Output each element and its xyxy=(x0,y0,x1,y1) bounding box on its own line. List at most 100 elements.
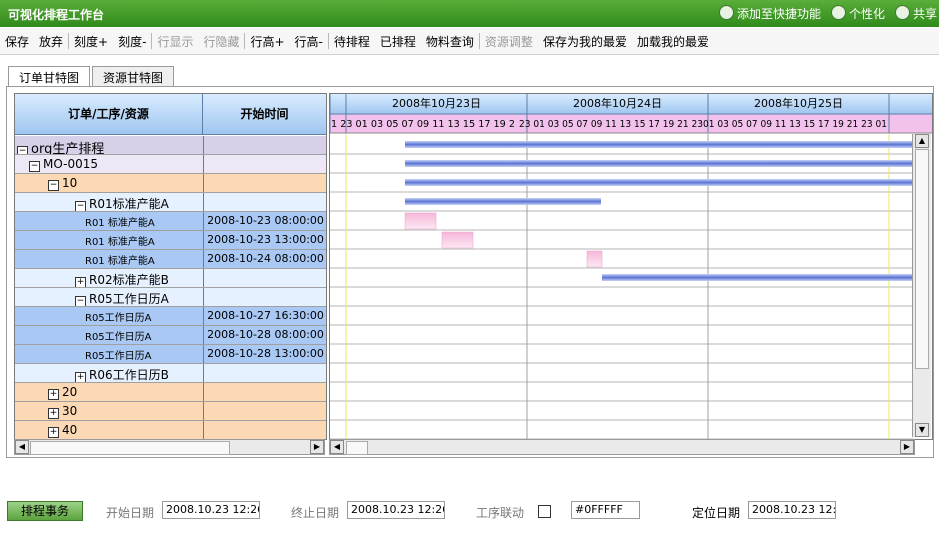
row-label: +40 xyxy=(48,423,77,438)
header-actions: 添加至快捷功能 个性化 共享 xyxy=(718,5,937,22)
row-start-time: 2008-10-28 08:00:00 xyxy=(203,326,326,344)
tab-resource-gantt[interactable]: 资源甘特图 xyxy=(92,66,175,86)
toolbar-button[interactable]: 保存为我的最爱 xyxy=(538,33,632,50)
table-row[interactable]: R01 标准产能A 2008-10-23 13:00:00 xyxy=(15,231,326,250)
expand-icon[interactable]: + xyxy=(48,389,59,400)
collapse-icon[interactable]: − xyxy=(75,296,86,306)
table-row[interactable]: − MO-0015 xyxy=(15,155,326,174)
gantt-vertical-scrollbar[interactable]: ▲ ▼ xyxy=(912,134,931,437)
expand-icon[interactable]: + xyxy=(48,408,59,419)
expand-icon[interactable]: + xyxy=(75,277,86,287)
scroll-thumb[interactable] xyxy=(30,441,230,455)
collapse-icon[interactable]: − xyxy=(29,161,40,172)
schedule-transaction-button[interactable]: 排程事务 xyxy=(7,501,83,521)
gantt-horizontal-scrollbar[interactable]: ◀ ▶ xyxy=(329,439,915,455)
add-shortcut-link[interactable]: 添加至快捷功能 xyxy=(718,5,821,22)
gantt-scroll-right-icon[interactable]: ▶ xyxy=(900,440,914,454)
row-start-time xyxy=(203,364,326,382)
toolbar-button[interactable]: 刻度+ xyxy=(69,33,113,50)
row-label-text: R05工作日历A xyxy=(85,313,152,324)
scroll-down-icon[interactable]: ▼ xyxy=(915,423,929,437)
table-row[interactable]: − org生产排程 xyxy=(15,136,326,155)
vscroll-thumb[interactable] xyxy=(915,149,929,369)
row-label-text: R06工作日历B xyxy=(89,368,169,382)
table-row[interactable]: + R02标准产能B xyxy=(15,269,326,288)
col-header-start[interactable]: 开始时间 xyxy=(203,94,326,134)
row-label-text: R05工作日历A xyxy=(89,292,169,306)
gantt-bar xyxy=(602,274,914,281)
table-row[interactable]: R05工作日历A 2008-10-28 13:00:00 xyxy=(15,345,326,364)
row-label: R01 标准产能A xyxy=(85,252,155,267)
row-label: R05工作日历A xyxy=(85,347,152,362)
toolbar-button[interactable]: 保存 xyxy=(0,33,34,50)
row-label-text: 20 xyxy=(62,385,78,399)
row-label: + R06工作日历B xyxy=(75,366,169,382)
gantt-scroll-left-icon[interactable]: ◀ xyxy=(330,440,344,454)
date-label: 2008年10月24日 xyxy=(573,96,662,110)
row-label: − R05工作日历A xyxy=(75,290,169,306)
tab-order-gantt[interactable]: 订单甘特图 xyxy=(8,66,91,88)
gantt-scroll-thumb[interactable] xyxy=(346,441,368,455)
add-shortcut-icon xyxy=(718,5,734,20)
row-label-text: 30 xyxy=(62,404,78,418)
link-checkbox[interactable] xyxy=(538,505,551,518)
row-label-text: R02标准产能B xyxy=(89,273,169,287)
gantt-bar xyxy=(405,198,601,205)
hour-labels: 23 01 03 05 07 09 11 13 15 17 19 21 23 xyxy=(519,119,703,130)
row-label-text: R01 标准产能A xyxy=(85,218,155,229)
table-row[interactable]: −10 xyxy=(15,174,326,193)
row-start-time xyxy=(203,402,326,420)
table-row[interactable]: R01 标准产能A 2008-10-24 08:00:00 xyxy=(15,250,326,269)
toolbar-button[interactable]: 加载我的最爱 xyxy=(632,33,714,50)
toolbar-button[interactable]: 放弃 xyxy=(34,33,68,50)
collapse-icon[interactable]: − xyxy=(17,146,28,154)
share-link[interactable]: 共享 xyxy=(894,5,937,22)
row-label: R05工作日历A xyxy=(85,328,152,343)
table-row[interactable]: − R05工作日历A xyxy=(15,288,326,307)
collapse-icon[interactable]: − xyxy=(75,201,86,211)
row-label-text: R05工作日历A xyxy=(85,332,152,343)
table-row[interactable]: − R01标准产能A xyxy=(15,193,326,212)
expand-icon[interactable]: + xyxy=(75,372,86,382)
toolbar-button[interactable]: 待排程 xyxy=(329,33,375,50)
scroll-up-icon[interactable]: ▲ xyxy=(915,134,929,148)
toolbar-button: 行显示 xyxy=(157,34,194,49)
row-label: R05工作日历A xyxy=(85,309,152,324)
color-input[interactable]: #0FFFFF xyxy=(571,501,640,519)
row-start-time xyxy=(203,174,326,192)
row-label: + R02标准产能B xyxy=(75,271,169,287)
table-row[interactable]: +30 xyxy=(15,402,326,421)
table-row[interactable]: +40 xyxy=(15,421,326,439)
locate-date-input[interactable]: 2008.10.23 12: xyxy=(748,501,836,519)
locate-date-label: 定位日期 xyxy=(692,506,741,520)
grid-horizontal-scrollbar[interactable]: ◀ ▶ xyxy=(14,439,325,455)
toolbar-button[interactable]: 物料查询 xyxy=(421,33,479,50)
start-date-input[interactable]: 2008.10.23 12:26 xyxy=(162,501,260,519)
scroll-right-icon[interactable]: ▶ xyxy=(310,440,324,454)
table-row[interactable]: R01 标准产能A 2008-10-23 08:00:00 xyxy=(15,212,326,231)
end-date-input[interactable]: 2008.10.23 12:26 xyxy=(347,501,445,519)
expand-icon[interactable]: + xyxy=(48,427,59,438)
end-date-label: 终止日期 xyxy=(291,506,340,520)
scroll-left-icon[interactable]: ◀ xyxy=(15,440,29,454)
toolbar-button[interactable]: 已排程 xyxy=(375,33,421,50)
table-row[interactable]: R05工作日历A 2008-10-27 16:30:00 xyxy=(15,307,326,326)
personalize-link[interactable]: 个性化 xyxy=(830,5,885,22)
table-row[interactable]: + R06工作日历B xyxy=(15,364,326,383)
row-label-text: 40 xyxy=(62,423,78,437)
collapse-icon[interactable]: − xyxy=(48,180,59,191)
gantt-task-block xyxy=(441,231,474,249)
toolbar-button[interactable]: 行高- xyxy=(290,33,328,50)
row-label: − org生产排程 xyxy=(17,138,104,154)
table-row[interactable]: +20 xyxy=(15,383,326,402)
table-row[interactable]: R05工作日历A 2008-10-28 08:00:00 xyxy=(15,326,326,345)
toolbar-button[interactable]: 刻度- xyxy=(113,33,151,50)
row-start-time: 2008-10-28 13:00:00 xyxy=(203,345,326,363)
task-tree-grid: 订单/工序/资源 开始时间 − org生产排程 − MO-0015 −10− R01标准产… xyxy=(14,93,327,440)
row-start-time xyxy=(203,288,326,306)
start-date-label: 开始日期 xyxy=(106,506,155,520)
col-header-task[interactable]: 订单/工序/资源 xyxy=(15,94,203,134)
row-start-time xyxy=(203,136,326,154)
row-label: − MO-0015 xyxy=(29,157,98,172)
toolbar-button[interactable]: 行高+ xyxy=(245,33,289,50)
